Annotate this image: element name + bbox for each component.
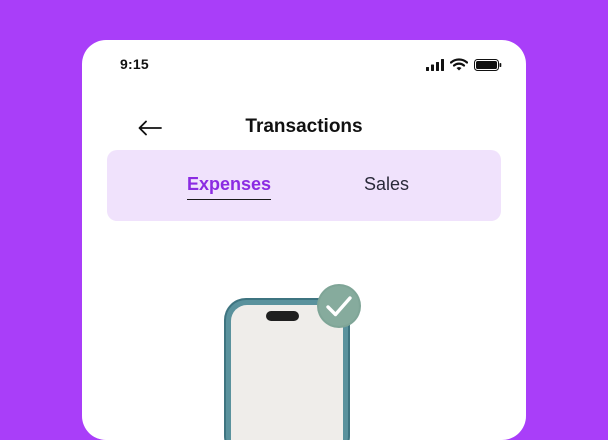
tab-sales[interactable]: Sales bbox=[364, 174, 409, 195]
checkmark-badge bbox=[317, 284, 361, 328]
tab-bar: Expenses Sales bbox=[107, 150, 501, 221]
signal-icon bbox=[426, 58, 444, 71]
tab-expenses[interactable]: Expenses bbox=[187, 174, 272, 200]
status-bar: 9:15 bbox=[82, 40, 526, 88]
page-title: Transactions bbox=[245, 116, 363, 137]
phone-screen: 9:15 Transactions Expenses Sales bbox=[82, 40, 526, 440]
status-time: 9:15 bbox=[120, 56, 149, 72]
status-icons bbox=[426, 58, 502, 71]
wifi-icon bbox=[450, 58, 468, 71]
phone-checkmark-illustration bbox=[222, 284, 372, 440]
battery-icon bbox=[474, 58, 502, 71]
header: Transactions bbox=[82, 112, 526, 144]
